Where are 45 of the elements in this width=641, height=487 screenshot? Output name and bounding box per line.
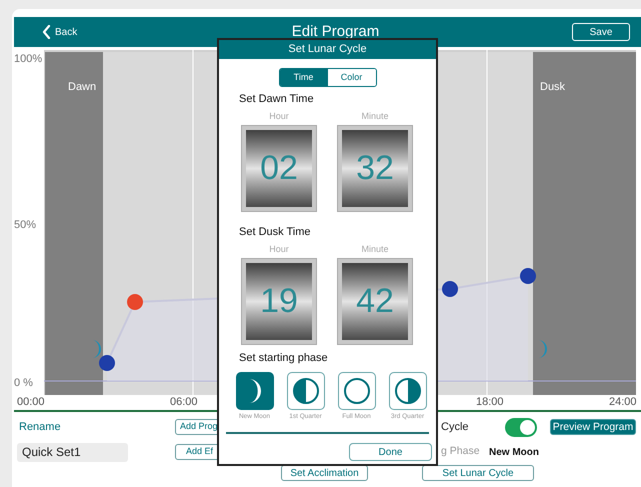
- axis-label: 18:00: [476, 395, 504, 409]
- moon-phase-button[interactable]: [286, 372, 324, 410]
- back-button[interactable]: Back: [42, 24, 78, 40]
- minute-label: Minute: [360, 242, 390, 256]
- half-moon-icon: [394, 376, 422, 404]
- axis-label: 100%: [14, 52, 42, 67]
- save-button[interactable]: Save: [572, 23, 630, 41]
- axis-label: 06:00: [170, 395, 198, 409]
- band-label: Dawn: [68, 80, 96, 95]
- hour-label: Hour: [268, 110, 290, 122]
- crescent-moon-icon: [92, 340, 101, 358]
- crescent-moon-icon: [538, 340, 547, 358]
- section-title: Set Dawn Time: [239, 92, 315, 107]
- dialog-title: Set Lunar Cycle: [219, 40, 436, 59]
- chevron-left-icon: [42, 25, 51, 39]
- lunar-cycle-toggle[interactable]: [505, 418, 537, 436]
- control-point[interactable]: [99, 355, 115, 371]
- moon-phase-button[interactable]: [338, 372, 376, 410]
- rename-label: Rename: [19, 420, 61, 435]
- moon-phase-button[interactable]: [236, 372, 274, 410]
- done-button[interactable]: Done: [349, 443, 432, 462]
- phase-label: g Phase: [441, 444, 480, 460]
- window-title: Edit Program: [292, 22, 380, 42]
- preview-program-button[interactable]: Preview Program: [550, 419, 636, 435]
- band-label: Dusk: [540, 80, 566, 95]
- name-field[interactable]: Quick Set1: [17, 442, 128, 462]
- lunar-cycle-label: Cycle: [441, 420, 469, 435]
- set-lunar-cycle-button[interactable]: Set Lunar Cycle: [422, 464, 534, 480]
- hour-label: Hour: [268, 242, 290, 256]
- crescent-moon-icon: [248, 378, 261, 404]
- axis-label: 50%: [14, 218, 36, 233]
- control-point[interactable]: [127, 294, 143, 310]
- axis-label: 24:00: [609, 395, 637, 409]
- control-point[interactable]: [442, 281, 458, 297]
- segment-tab[interactable]: Time: [280, 69, 328, 86]
- axis-label: 00:00: [17, 395, 45, 409]
- axis-label: 0 %: [14, 376, 33, 391]
- control-point[interactable]: [520, 268, 536, 284]
- circle-icon: [342, 376, 370, 404]
- half-moon-icon: [292, 376, 320, 404]
- section-title: Set Dusk Time: [239, 225, 312, 240]
- minute-label: Minute: [360, 110, 390, 122]
- section-title: Set starting phase: [239, 351, 329, 366]
- moon-phase-button[interactable]: [388, 372, 426, 410]
- phase-value: New Moon: [489, 446, 539, 460]
